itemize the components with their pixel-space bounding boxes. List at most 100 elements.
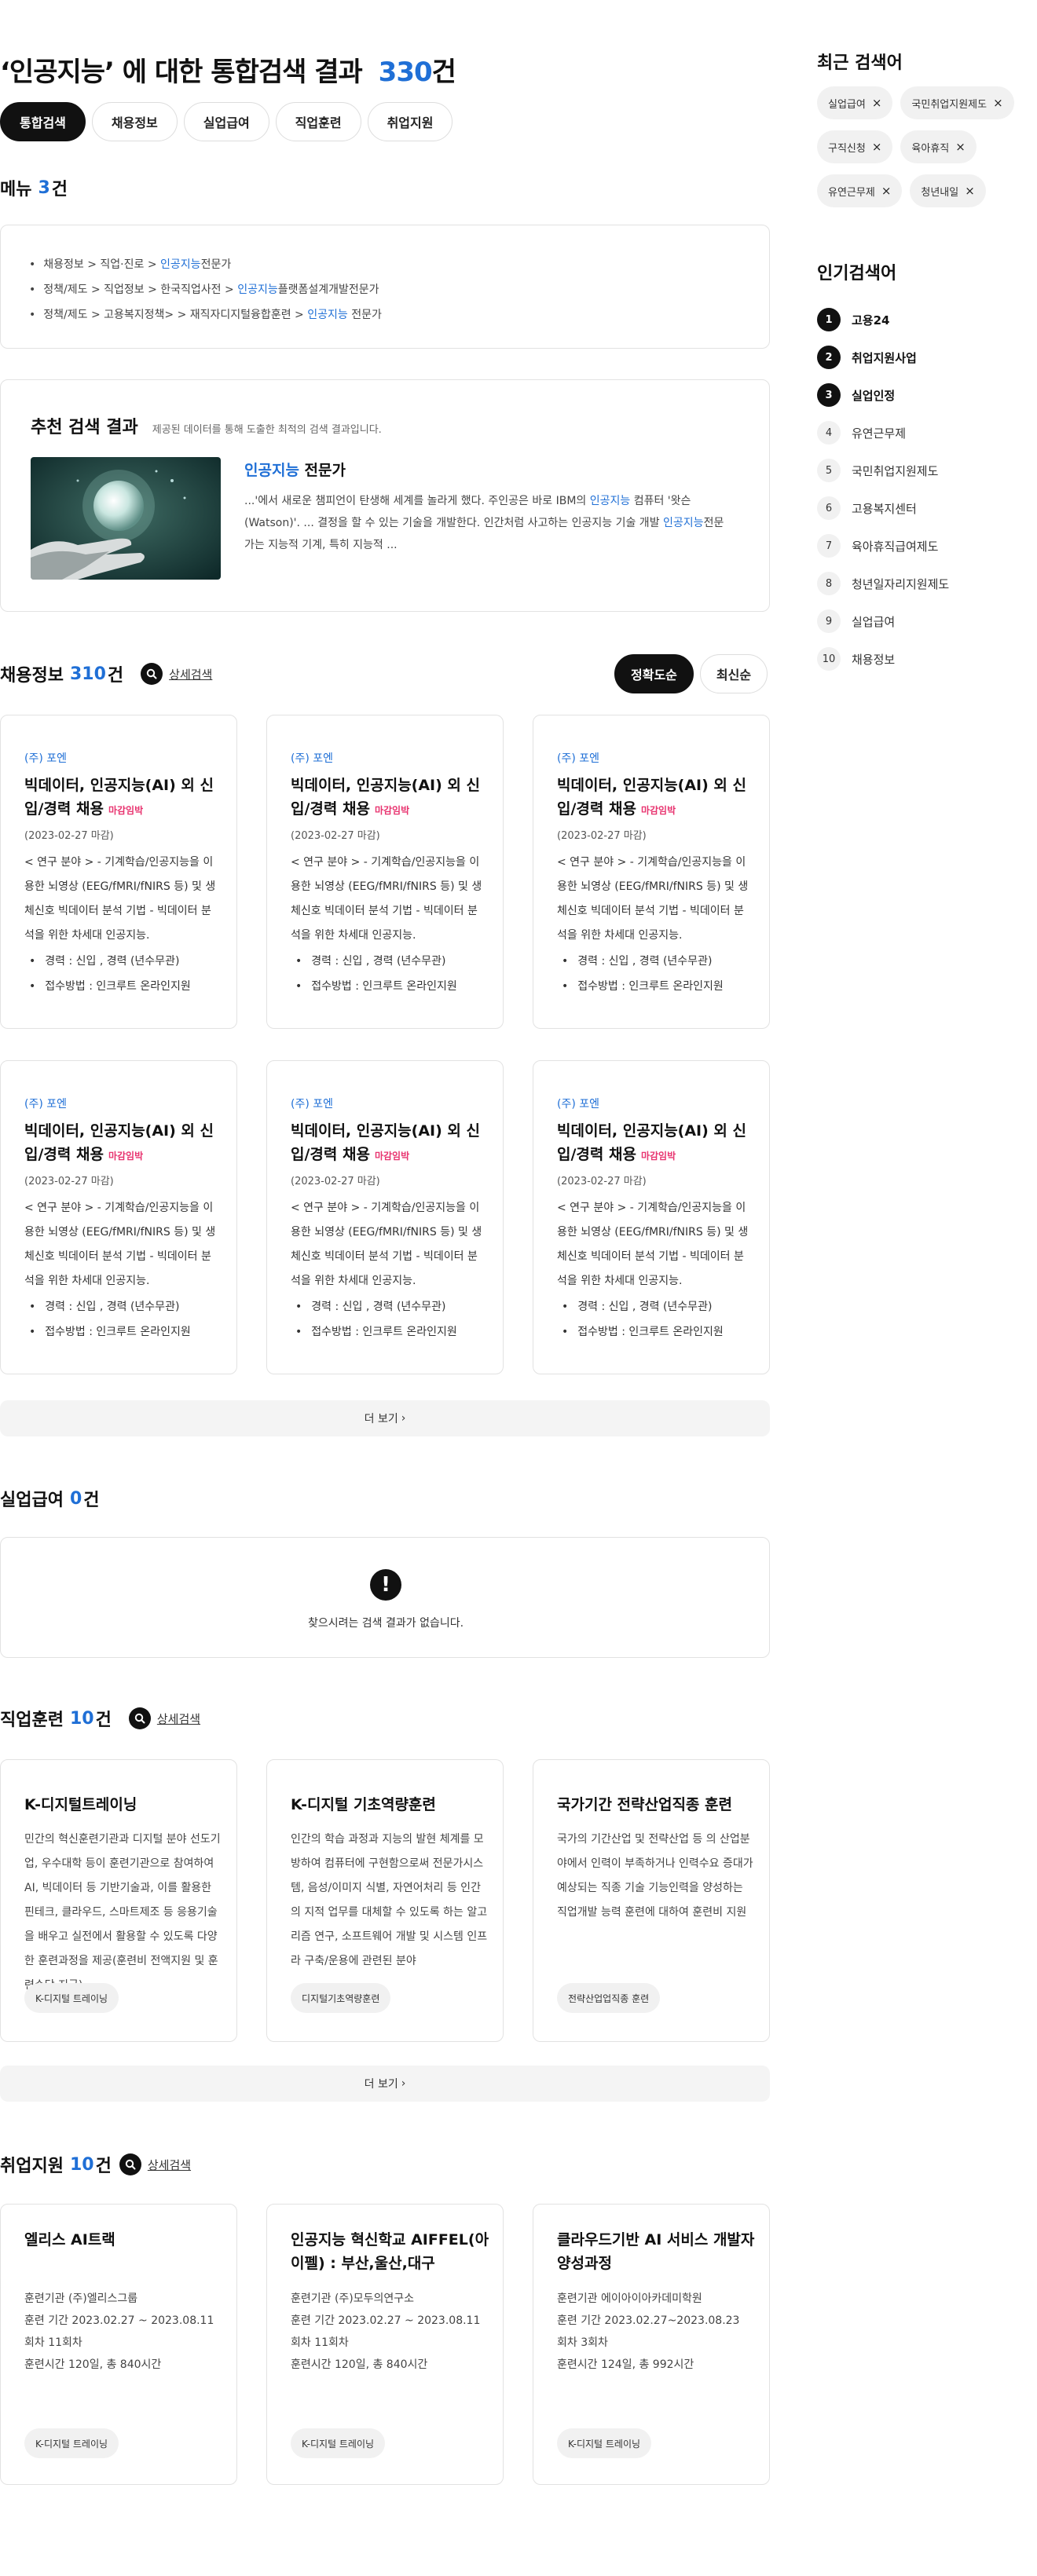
recent-search-chip[interactable]: 실업급여 × <box>817 86 893 119</box>
recent-searches-title: 최근 검색어 <box>817 53 903 73</box>
rank-badge: 10 <box>817 647 841 671</box>
tab-jobs[interactable]: 채용정보 <box>91 102 178 141</box>
popular-search-item[interactable]: 3 실업인정 <box>817 376 949 414</box>
support-section-count: 10 <box>69 2154 94 2175</box>
close-icon[interactable]: × <box>872 140 882 154</box>
tab-training[interactable]: 직업훈련 <box>275 102 361 141</box>
menu-result-item[interactable]: 정책/제도 > 고용복지정책> > 재직자디지털융합훈련 > 인공지능 전문가 <box>29 302 741 327</box>
training-title: K-디지털트레이닝 <box>24 1796 137 1813</box>
support-section-label: 취업지원 <box>0 2157 64 2176</box>
popular-search-item[interactable]: 4 유연근무제 <box>817 414 949 452</box>
popular-search-item[interactable]: 2 취업지원사업 <box>817 338 949 376</box>
job-card[interactable]: (주) 포엔 빅데이터, 인공지능(AI) 외 신입/경력 채용 마감임박 (20… <box>0 1060 237 1374</box>
sort-latest-button[interactable]: 최신순 <box>699 654 768 693</box>
menu-path-end: 전문가 <box>200 258 232 271</box>
job-career: 경력 : 신입 , 경력 (년수무관) <box>557 1298 761 1314</box>
recent-search-chip[interactable]: 유연근무제 × <box>817 174 903 207</box>
close-icon[interactable]: × <box>993 96 1003 110</box>
job-card[interactable]: (주) 포엔 빅데이터, 인공지능(AI) 외 신입/경력 채용 마감임박 (20… <box>266 715 504 1029</box>
support-tag: K-디지털 트레이닝 <box>291 2428 386 2458</box>
job-career: 경력 : 신입 , 경력 (년수무관) <box>557 953 761 968</box>
jobs-detail-search-link[interactable]: 상세검색 <box>141 663 212 685</box>
jobs-more-button[interactable]: 더 보기 › <box>0 1400 770 1436</box>
training-detail-search-link[interactable]: 상세검색 <box>128 1707 201 1729</box>
training-card[interactable]: K-디지털트레이닝 민간의 혁신훈련기관과 디지털 분야 선도기업, 우수대학 … <box>0 1759 237 2042</box>
tab-unemployment[interactable]: 실업급여 <box>183 102 269 141</box>
job-career: 경력 : 신입 , 경력 (년수무관) <box>291 953 495 968</box>
job-card[interactable]: (주) 포엔 빅데이터, 인공지능(AI) 외 신입/경력 채용 마감임박 (20… <box>533 715 770 1029</box>
close-icon[interactable]: × <box>965 184 975 198</box>
job-title: 빅데이터, 인공지능(AI) 외 신입/경력 채용 마감임박 <box>291 774 487 822</box>
recommend-description: ...'에서 새로운 챔피언이 탄생해 세계를 놀라게 했다. 주인공은 바로 … <box>244 490 731 556</box>
detail-search-label: 상세검색 <box>156 1711 201 1726</box>
job-career: 경력 : 신입 , 경력 (년수무관) <box>291 1298 495 1314</box>
support-card[interactable]: 클라우드기반 AI 서비스 개발자 양성과정 훈련기관 에이아이아카데미학원 훈… <box>533 2204 770 2485</box>
popular-search-item[interactable]: 8 청년일자리지원제도 <box>817 565 949 602</box>
training-card[interactable]: 국가기간 전략산업직종 훈련 국가의 기간산업 및 전략산업 등 의 산업분야에… <box>533 1759 770 2042</box>
job-career: 경력 : 신입 , 경력 (년수무관) <box>24 953 229 968</box>
job-company: (주) 포엔 <box>24 1098 68 1111</box>
tab-support[interactable]: 취업지원 <box>367 102 453 141</box>
menu-result-item[interactable]: 채용정보 > 직업·진로 > 인공지능전문가 <box>29 252 741 277</box>
popular-search-label: 청년일자리지원제도 <box>852 576 950 591</box>
recommend-link[interactable]: 인공지능 전문가 <box>244 459 346 480</box>
menu-highlight: 인공지능 <box>237 284 278 296</box>
desc-part: ...'에서 새로운 챔피언이 탄생해 세계를 놀라게 했다. 주인공은 바로 … <box>244 495 590 507</box>
job-deadline-date: (2023-02-27 마감) <box>24 1176 114 1187</box>
ai-hand-image[interactable] <box>31 457 221 580</box>
support-detail-search-link[interactable]: 상세검색 <box>119 2153 191 2175</box>
job-card[interactable]: (주) 포엔 빅데이터, 인공지능(AI) 외 신입/경력 채용 마감임박 (20… <box>0 715 237 1029</box>
chevron-right-icon: › <box>401 2077 406 2090</box>
job-apply-method: 접수방법 : 인크루트 온라인지원 <box>24 1323 229 1339</box>
rank-badge: 6 <box>817 496 841 520</box>
popular-search-item[interactable]: 6 고용복지센터 <box>817 489 949 527</box>
job-apply-method: 접수방법 : 인크루트 온라인지원 <box>24 978 229 993</box>
category-tabs: 통합검색 채용정보 실업급여 직업훈련 취업지원 <box>0 102 453 141</box>
close-icon[interactable]: × <box>881 184 892 198</box>
support-institution: 훈련기관 (주)모두의연구소 <box>291 2292 415 2305</box>
recent-search-label: 구직신청 <box>828 142 866 155</box>
unemployment-section-label: 실업급여 <box>0 1491 64 1510</box>
recent-search-chip[interactable]: 구직신청 × <box>817 130 893 163</box>
popular-search-item[interactable]: 10 채용정보 <box>817 640 949 678</box>
recommend-subtitle: 제공된 데이터를 통해 도출한 최적의 검색 결과입니다. <box>152 424 382 436</box>
training-title: K-디지털 기초역량훈련 <box>291 1796 436 1813</box>
support-round: 회차 11회차 <box>291 2336 349 2349</box>
recent-search-chip[interactable]: 청년내일 × <box>910 174 986 207</box>
popular-search-item[interactable]: 9 실업급여 <box>817 602 949 640</box>
popular-search-item[interactable]: 7 육아휴직급여제도 <box>817 527 949 565</box>
recent-search-label: 국민취업지원제도 <box>911 98 988 111</box>
support-card[interactable]: 엘리스 AI트랙 훈련기관 (주)엘리스그룹 훈련 기간 2023.02.27 … <box>0 2204 237 2485</box>
training-more-button[interactable]: 더 보기 › <box>0 2066 770 2102</box>
rank-badge: 5 <box>817 459 841 482</box>
job-card[interactable]: (주) 포엔 빅데이터, 인공지능(AI) 외 신입/경력 채용 마감임박 (20… <box>266 1060 504 1374</box>
recommend-title: 추천 검색 결과 <box>31 418 138 437</box>
menu-result-item[interactable]: 정책/제도 > 직업정보 > 한국직업사전 > 인공지능플랫폼설계개발전문가 <box>29 277 741 302</box>
sort-accuracy-button[interactable]: 정확도순 <box>614 654 694 693</box>
popular-search-label: 국민취업지원제도 <box>852 463 939 478</box>
recent-search-chip[interactable]: 육아휴직 × <box>900 130 977 163</box>
deadline-badge: 마감임박 <box>374 805 410 816</box>
popular-search-item[interactable]: 1 고용24 <box>817 301 949 338</box>
popular-search-item[interactable]: 5 국민취업지원제도 <box>817 452 949 489</box>
recent-searches-list: 실업급여 × 국민취업지원제도 × 구직신청 × 육아휴직 × 유연근무제 × 청년내일 × <box>817 86 1029 207</box>
recent-search-chip[interactable]: 국민취업지원제도 × <box>900 86 1014 119</box>
popular-search-label: 취업지원사업 <box>852 350 917 365</box>
close-icon[interactable]: × <box>955 140 966 154</box>
support-title: 엘리스 AI트랙 <box>24 2231 115 2249</box>
empty-result-box: ! 찾으시려는 검색 결과가 없습니다. <box>0 1537 770 1658</box>
support-institution: 훈련기관 에이아이아카데미학원 <box>557 2292 702 2305</box>
job-deadline-date: (2023-02-27 마감) <box>557 830 647 842</box>
more-label: 더 보기 <box>364 1413 398 1425</box>
training-section-label: 직업훈련 <box>0 1711 64 1730</box>
popular-search-label: 육아휴직급여제도 <box>852 539 939 554</box>
jobs-section-label: 채용정보 <box>0 666 64 686</box>
training-card[interactable]: K-디지털 기초역량훈련 인간의 학습 과정과 지능의 발현 체계를 모방하여 … <box>266 1759 504 2042</box>
close-icon[interactable]: × <box>872 96 882 110</box>
tab-all[interactable]: 통합검색 <box>0 102 86 141</box>
job-card[interactable]: (주) 포엔 빅데이터, 인공지능(AI) 외 신입/경력 채용 마감임박 (20… <box>533 1060 770 1374</box>
training-description: 인간의 학습 과정과 지능의 발현 체계를 모방하여 컴퓨터에 구현함으로써 전… <box>291 1833 488 1967</box>
menu-section-count: 3 <box>38 177 50 198</box>
support-card[interactable]: 인공지능 혁신학교 AIFFEL(아이펠) : 부산,울산,대구 훈련기관 (주… <box>266 2204 504 2485</box>
support-info: 훈련기관 (주)엘리스그룹 훈련 기간 2023.02.27 ~ 2023.08… <box>24 2288 229 2376</box>
